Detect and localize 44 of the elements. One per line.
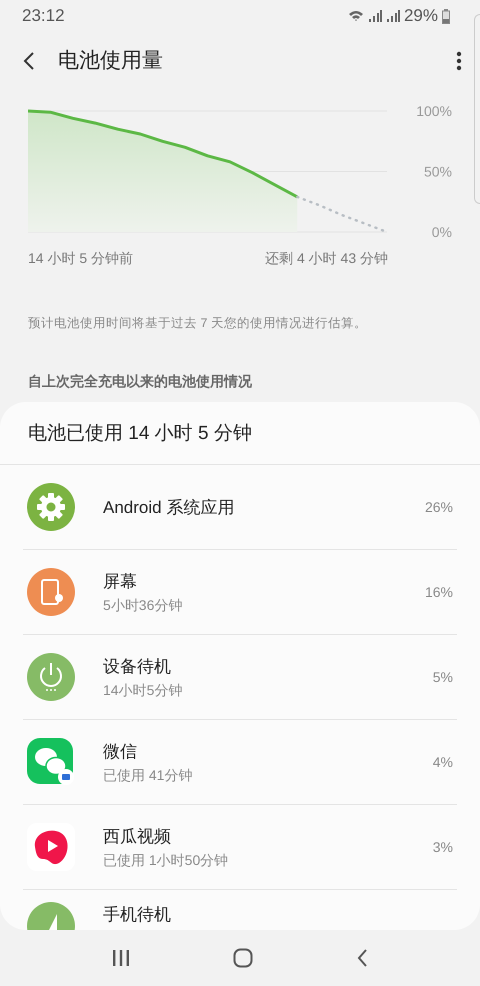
signal-icon bbox=[386, 9, 400, 23]
settings-icon bbox=[27, 483, 75, 532]
battery-icon bbox=[442, 8, 450, 24]
usage-time: 14小时5分钟 bbox=[103, 680, 184, 700]
tablet-icon bbox=[27, 568, 75, 616]
power-icon bbox=[27, 653, 75, 702]
back-icon bbox=[356, 948, 368, 968]
signal-icon bbox=[368, 9, 382, 23]
axis-label: 0% bbox=[432, 224, 452, 240]
page-title: 电池使用量 bbox=[58, 48, 164, 74]
usage-percent: 5% bbox=[432, 668, 454, 687]
recents-button[interactable] bbox=[112, 949, 130, 967]
battery-percent: 29% bbox=[404, 5, 438, 28]
app-name: 屏幕 bbox=[103, 571, 138, 593]
usage-percent: 4% bbox=[432, 752, 454, 772]
home-icon bbox=[232, 948, 253, 968]
section-title: 自上次完全充电以来的电池使用情况 bbox=[27, 372, 253, 391]
info-text: 预计电池使用时间将基于过去 7 天您的使用情况进行估算。 bbox=[27, 315, 368, 332]
time-label: 还剩 4 小时 43 分钟 bbox=[265, 249, 388, 268]
back-icon bbox=[22, 51, 36, 71]
more-icon bbox=[456, 51, 462, 71]
app-name: Android 系统应用 bbox=[103, 496, 236, 518]
usage-percent: 26% bbox=[424, 498, 454, 517]
time-label: 14 小时 5 分钟前 bbox=[28, 249, 134, 268]
back-nav-button[interactable] bbox=[356, 948, 368, 968]
more-options-button[interactable] bbox=[456, 51, 462, 71]
usage-time: 已使用 1小时50分钟 bbox=[103, 850, 230, 870]
status-time: 23:12 bbox=[22, 5, 65, 28]
usage-percent: 3% bbox=[432, 838, 454, 857]
axis-label: 100% bbox=[416, 103, 452, 119]
usage-time: 5小时36分钟 bbox=[103, 596, 184, 614]
app-name: 西瓜视频 bbox=[103, 826, 172, 848]
wifi-icon bbox=[348, 9, 364, 23]
app-name: 手机待机 bbox=[103, 904, 172, 926]
axis-label: 50% bbox=[424, 164, 452, 180]
app-name: 微信 bbox=[103, 741, 138, 763]
chat-app-icon bbox=[27, 738, 75, 786]
back-button[interactable] bbox=[22, 51, 36, 71]
usage-summary: 电池已使用 14 小时 5 分钟 bbox=[0, 402, 480, 466]
usage-time: 已使用 41分钟 bbox=[103, 766, 194, 784]
app-name: 设备待机 bbox=[103, 656, 172, 678]
home-button[interactable] bbox=[232, 948, 253, 968]
recents-icon bbox=[112, 949, 130, 967]
usage-percent: 16% bbox=[424, 582, 454, 602]
